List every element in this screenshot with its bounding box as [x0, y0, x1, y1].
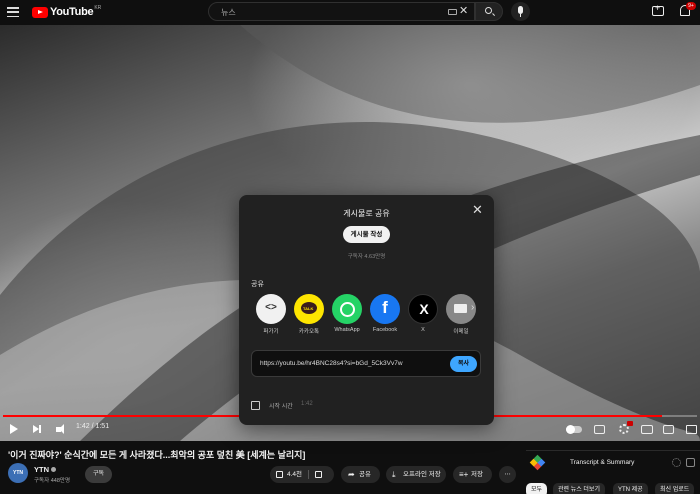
next-icon[interactable]: [33, 425, 41, 433]
play-icon[interactable]: [10, 424, 18, 434]
volume-icon[interactable]: [56, 424, 64, 434]
share-target-label: Facebook: [372, 327, 398, 333]
video-title: '이거 진짜야?' 순식간에 모든 게 사라졌다...최악의 공포 덮친 美 […: [8, 450, 306, 460]
channel-name[interactable]: YTN: [34, 465, 56, 474]
save-icon: ≡+: [459, 470, 469, 479]
download-icon: ⤓: [392, 470, 396, 479]
create-icon[interactable]: [652, 3, 664, 16]
subtitles-icon[interactable]: [594, 425, 605, 434]
save-button[interactable]: ≡+ 저장: [453, 466, 492, 483]
search-input[interactable]: 뉴스 ✕: [208, 2, 475, 21]
share-target-label: WhatsApp: [334, 327, 360, 333]
dialog-title: 게시물로 공유: [343, 209, 390, 218]
subscribe-button[interactable]: 구독: [85, 466, 112, 483]
kakao-badge: TALK: [303, 306, 314, 311]
clear-search-icon[interactable]: ✕: [459, 6, 468, 17]
start-at-time[interactable]: 1:42: [301, 401, 313, 407]
avatar[interactable]: YTN: [8, 463, 28, 483]
create-post-button[interactable]: 게시물 작성: [343, 226, 390, 243]
divider: [308, 470, 309, 479]
start-at-checkbox[interactable]: [251, 401, 260, 410]
share-url: https://youtu.be/hr4BNC28s4?si=bGd_5Ck3V…: [260, 360, 403, 367]
voice-search-icon[interactable]: [511, 2, 530, 21]
subscriber-note: 구독자 4.63만명: [347, 254, 386, 260]
close-icon[interactable]: ✕: [472, 203, 483, 216]
chip-related-news[interactable]: 관련 뉴스 더보기: [553, 483, 605, 494]
expand-icon[interactable]: [686, 458, 695, 467]
start-at-label: 시작 시간: [269, 404, 293, 410]
save-label: 저장: [471, 471, 483, 478]
share-button[interactable]: ➦ 공유: [341, 466, 380, 483]
miniplayer-icon[interactable]: [641, 425, 653, 434]
share-target-label: 이메일: [453, 329, 469, 335]
keyboard-icon[interactable]: [448, 9, 457, 15]
share-targets: 퍼가기 TALK 카카오톡 WhatsApp Facebook X 이메일: [253, 294, 483, 339]
verified-icon: [51, 467, 56, 472]
gear-icon[interactable]: [672, 458, 681, 467]
share-label: 공유: [359, 471, 371, 478]
share-section-label: 공유: [251, 281, 264, 288]
share-target-embed[interactable]: 퍼가기: [253, 294, 289, 335]
chip-ytn[interactable]: YTN 제공: [613, 483, 648, 494]
share-target-label: 카카오톡: [298, 329, 320, 335]
embed-icon: [256, 294, 286, 324]
thumbs-up-icon: [276, 471, 283, 478]
notification-badge: 9+: [686, 2, 696, 10]
search-value: 뉴스: [221, 8, 236, 17]
download-button[interactable]: ⤓ 오프라인 저장: [386, 466, 446, 483]
share-target-label: X: [421, 327, 425, 333]
channel-name-text: YTN: [34, 465, 49, 474]
transcript-summary-panel[interactable]: Transcript & Summary: [526, 450, 700, 474]
share-target-x[interactable]: X: [405, 294, 441, 333]
menu-icon[interactable]: [7, 7, 19, 18]
youtube-play-icon: [32, 6, 48, 18]
autoplay-toggle[interactable]: [566, 425, 582, 434]
more-button[interactable]: ⋯: [499, 466, 516, 483]
share-target-whatsapp[interactable]: WhatsApp: [329, 294, 365, 333]
chevron-right-icon[interactable]: ›: [471, 302, 474, 313]
whatsapp-icon: [332, 294, 362, 324]
copy-button[interactable]: 복사: [450, 356, 477, 372]
share-icon: ➦: [348, 470, 355, 479]
transcript-title: Transcript & Summary: [570, 459, 635, 466]
hd-badge: [627, 421, 633, 426]
download-label: 오프라인 저장: [403, 471, 441, 478]
logo-text: YouTube: [50, 6, 94, 18]
region-code: KR: [94, 5, 102, 11]
like-button[interactable]: 4.4천: [270, 466, 334, 483]
share-dialog: 게시물로 공유 ✕ 게시물 작성 구독자 4.63만명 공유 퍼가기 TALK …: [239, 195, 494, 425]
chip-all[interactable]: 모두: [526, 483, 548, 494]
cast-icon[interactable]: [686, 425, 697, 434]
share-target-email[interactable]: 이메일: [443, 294, 479, 335]
share-url-field[interactable]: https://youtu.be/hr4BNC28s4?si=bGd_5Ck3V…: [251, 350, 481, 377]
chip-latest[interactable]: 최신 업로드: [655, 483, 695, 494]
share-target-label: 퍼가기: [263, 329, 279, 335]
time-display: 1:42 / 1:51: [76, 423, 110, 430]
like-count: 4.4천: [287, 471, 303, 478]
share-target-kakaotalk[interactable]: TALK 카카오톡: [291, 294, 327, 335]
search-icon: [485, 7, 492, 14]
subscriber-count: 구독자 448만명: [34, 478, 71, 484]
facebook-icon: [370, 294, 400, 324]
transcript-app-icon: [529, 454, 546, 471]
share-target-facebook[interactable]: Facebook: [367, 294, 403, 333]
search-button[interactable]: [475, 2, 503, 21]
kakaotalk-icon: TALK: [294, 294, 324, 324]
thumbs-down-icon[interactable]: [315, 471, 322, 478]
youtube-logo[interactable]: YouTube KR: [32, 5, 101, 19]
top-bar: YouTube KR 뉴스 ✕ 9+: [0, 0, 700, 25]
theater-mode-icon[interactable]: [663, 425, 674, 434]
x-icon: [408, 294, 439, 324]
